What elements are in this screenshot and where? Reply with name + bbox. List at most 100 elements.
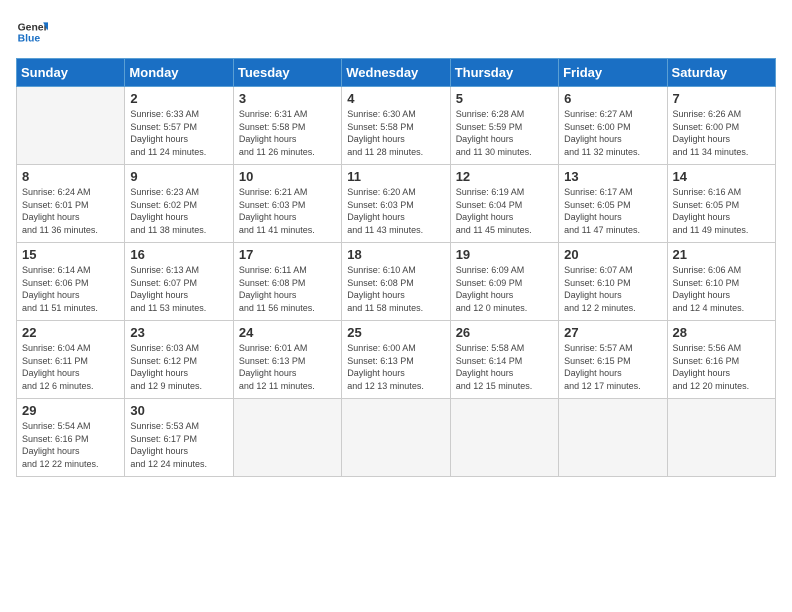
day-number: 27	[564, 325, 661, 340]
calendar-cell	[559, 399, 667, 477]
day-info: Sunrise: 5:56 AM Sunset: 6:16 PM Dayligh…	[673, 342, 770, 392]
day-info: Sunrise: 6:04 AM Sunset: 6:11 PM Dayligh…	[22, 342, 119, 392]
calendar-week-row: 22 Sunrise: 6:04 AM Sunset: 6:11 PM Dayl…	[17, 321, 776, 399]
day-header-friday: Friday	[559, 59, 667, 87]
day-number: 14	[673, 169, 770, 184]
svg-text:General: General	[18, 22, 48, 33]
day-number: 3	[239, 91, 336, 106]
calendar-cell: 23 Sunrise: 6:03 AM Sunset: 6:12 PM Dayl…	[125, 321, 233, 399]
day-info: Sunrise: 6:11 AM Sunset: 6:08 PM Dayligh…	[239, 264, 336, 314]
day-number: 10	[239, 169, 336, 184]
calendar-page: General Blue SundayMondayTuesdayWednesda…	[0, 0, 792, 612]
day-info: Sunrise: 6:00 AM Sunset: 6:13 PM Dayligh…	[347, 342, 444, 392]
day-info: Sunrise: 6:20 AM Sunset: 6:03 PM Dayligh…	[347, 186, 444, 236]
day-info: Sunrise: 6:24 AM Sunset: 6:01 PM Dayligh…	[22, 186, 119, 236]
day-number: 18	[347, 247, 444, 262]
calendar-cell: 21 Sunrise: 6:06 AM Sunset: 6:10 PM Dayl…	[667, 243, 775, 321]
day-number: 2	[130, 91, 227, 106]
calendar-cell	[667, 399, 775, 477]
day-info: Sunrise: 6:01 AM Sunset: 6:13 PM Dayligh…	[239, 342, 336, 392]
svg-text:Blue: Blue	[18, 34, 41, 45]
calendar-cell: 17 Sunrise: 6:11 AM Sunset: 6:08 PM Dayl…	[233, 243, 341, 321]
day-info: Sunrise: 6:07 AM Sunset: 6:10 PM Dayligh…	[564, 264, 661, 314]
day-info: Sunrise: 6:19 AM Sunset: 6:04 PM Dayligh…	[456, 186, 553, 236]
calendar-cell: 2 Sunrise: 6:33 AM Sunset: 5:57 PM Dayli…	[125, 87, 233, 165]
day-number: 16	[130, 247, 227, 262]
day-info: Sunrise: 6:27 AM Sunset: 6:00 PM Dayligh…	[564, 108, 661, 158]
day-info: Sunrise: 6:06 AM Sunset: 6:10 PM Dayligh…	[673, 264, 770, 314]
day-number: 21	[673, 247, 770, 262]
day-header-monday: Monday	[125, 59, 233, 87]
day-number: 17	[239, 247, 336, 262]
calendar-cell: 18 Sunrise: 6:10 AM Sunset: 6:08 PM Dayl…	[342, 243, 450, 321]
day-number: 25	[347, 325, 444, 340]
calendar-cell: 9 Sunrise: 6:23 AM Sunset: 6:02 PM Dayli…	[125, 165, 233, 243]
calendar-cell: 8 Sunrise: 6:24 AM Sunset: 6:01 PM Dayli…	[17, 165, 125, 243]
day-number: 30	[130, 403, 227, 418]
calendar-cell: 24 Sunrise: 6:01 AM Sunset: 6:13 PM Dayl…	[233, 321, 341, 399]
calendar-week-row: 2 Sunrise: 6:33 AM Sunset: 5:57 PM Dayli…	[17, 87, 776, 165]
day-info: Sunrise: 6:17 AM Sunset: 6:05 PM Dayligh…	[564, 186, 661, 236]
calendar-cell: 14 Sunrise: 6:16 AM Sunset: 6:05 PM Dayl…	[667, 165, 775, 243]
logo: General Blue	[16, 16, 48, 48]
day-info: Sunrise: 6:31 AM Sunset: 5:58 PM Dayligh…	[239, 108, 336, 158]
day-number: 12	[456, 169, 553, 184]
day-info: Sunrise: 6:33 AM Sunset: 5:57 PM Dayligh…	[130, 108, 227, 158]
day-info: Sunrise: 6:10 AM Sunset: 6:08 PM Dayligh…	[347, 264, 444, 314]
day-info: Sunrise: 6:26 AM Sunset: 6:00 PM Dayligh…	[673, 108, 770, 158]
day-number: 11	[347, 169, 444, 184]
day-number: 23	[130, 325, 227, 340]
day-info: Sunrise: 6:30 AM Sunset: 5:58 PM Dayligh…	[347, 108, 444, 158]
calendar-cell: 3 Sunrise: 6:31 AM Sunset: 5:58 PM Dayli…	[233, 87, 341, 165]
day-number: 29	[22, 403, 119, 418]
day-number: 28	[673, 325, 770, 340]
logo-icon: General Blue	[16, 16, 48, 48]
calendar-cell: 30 Sunrise: 5:53 AM Sunset: 6:17 PM Dayl…	[125, 399, 233, 477]
calendar-cell: 28 Sunrise: 5:56 AM Sunset: 6:16 PM Dayl…	[667, 321, 775, 399]
day-info: Sunrise: 5:58 AM Sunset: 6:14 PM Dayligh…	[456, 342, 553, 392]
calendar-cell: 22 Sunrise: 6:04 AM Sunset: 6:11 PM Dayl…	[17, 321, 125, 399]
day-info: Sunrise: 6:23 AM Sunset: 6:02 PM Dayligh…	[130, 186, 227, 236]
day-info: Sunrise: 6:21 AM Sunset: 6:03 PM Dayligh…	[239, 186, 336, 236]
calendar-cell: 7 Sunrise: 6:26 AM Sunset: 6:00 PM Dayli…	[667, 87, 775, 165]
day-header-saturday: Saturday	[667, 59, 775, 87]
day-info: Sunrise: 5:54 AM Sunset: 6:16 PM Dayligh…	[22, 420, 119, 470]
day-info: Sunrise: 6:14 AM Sunset: 6:06 PM Dayligh…	[22, 264, 119, 314]
calendar-week-row: 15 Sunrise: 6:14 AM Sunset: 6:06 PM Dayl…	[17, 243, 776, 321]
calendar-cell: 11 Sunrise: 6:20 AM Sunset: 6:03 PM Dayl…	[342, 165, 450, 243]
calendar-cell: 10 Sunrise: 6:21 AM Sunset: 6:03 PM Dayl…	[233, 165, 341, 243]
day-info: Sunrise: 6:03 AM Sunset: 6:12 PM Dayligh…	[130, 342, 227, 392]
calendar-cell: 5 Sunrise: 6:28 AM Sunset: 5:59 PM Dayli…	[450, 87, 558, 165]
day-header-tuesday: Tuesday	[233, 59, 341, 87]
day-info: Sunrise: 5:53 AM Sunset: 6:17 PM Dayligh…	[130, 420, 227, 470]
calendar-cell	[342, 399, 450, 477]
day-info: Sunrise: 6:28 AM Sunset: 5:59 PM Dayligh…	[456, 108, 553, 158]
calendar-cell: 20 Sunrise: 6:07 AM Sunset: 6:10 PM Dayl…	[559, 243, 667, 321]
calendar-cell: 6 Sunrise: 6:27 AM Sunset: 6:00 PM Dayli…	[559, 87, 667, 165]
calendar-cell	[450, 399, 558, 477]
calendar-table: SundayMondayTuesdayWednesdayThursdayFrid…	[16, 58, 776, 477]
calendar-cell: 16 Sunrise: 6:13 AM Sunset: 6:07 PM Dayl…	[125, 243, 233, 321]
day-number: 7	[673, 91, 770, 106]
day-info: Sunrise: 5:57 AM Sunset: 6:15 PM Dayligh…	[564, 342, 661, 392]
calendar-week-row: 8 Sunrise: 6:24 AM Sunset: 6:01 PM Dayli…	[17, 165, 776, 243]
day-number: 9	[130, 169, 227, 184]
calendar-week-row: 29 Sunrise: 5:54 AM Sunset: 6:16 PM Dayl…	[17, 399, 776, 477]
day-header-thursday: Thursday	[450, 59, 558, 87]
calendar-cell: 12 Sunrise: 6:19 AM Sunset: 6:04 PM Dayl…	[450, 165, 558, 243]
calendar-cell: 25 Sunrise: 6:00 AM Sunset: 6:13 PM Dayl…	[342, 321, 450, 399]
calendar-cell: 13 Sunrise: 6:17 AM Sunset: 6:05 PM Dayl…	[559, 165, 667, 243]
day-info: Sunrise: 6:16 AM Sunset: 6:05 PM Dayligh…	[673, 186, 770, 236]
day-number: 8	[22, 169, 119, 184]
calendar-cell: 27 Sunrise: 5:57 AM Sunset: 6:15 PM Dayl…	[559, 321, 667, 399]
calendar-cell	[233, 399, 341, 477]
day-number: 24	[239, 325, 336, 340]
day-number: 22	[22, 325, 119, 340]
day-number: 5	[456, 91, 553, 106]
day-number: 6	[564, 91, 661, 106]
day-header-sunday: Sunday	[17, 59, 125, 87]
calendar-cell	[17, 87, 125, 165]
day-info: Sunrise: 6:09 AM Sunset: 6:09 PM Dayligh…	[456, 264, 553, 314]
day-header-wednesday: Wednesday	[342, 59, 450, 87]
calendar-cell: 4 Sunrise: 6:30 AM Sunset: 5:58 PM Dayli…	[342, 87, 450, 165]
